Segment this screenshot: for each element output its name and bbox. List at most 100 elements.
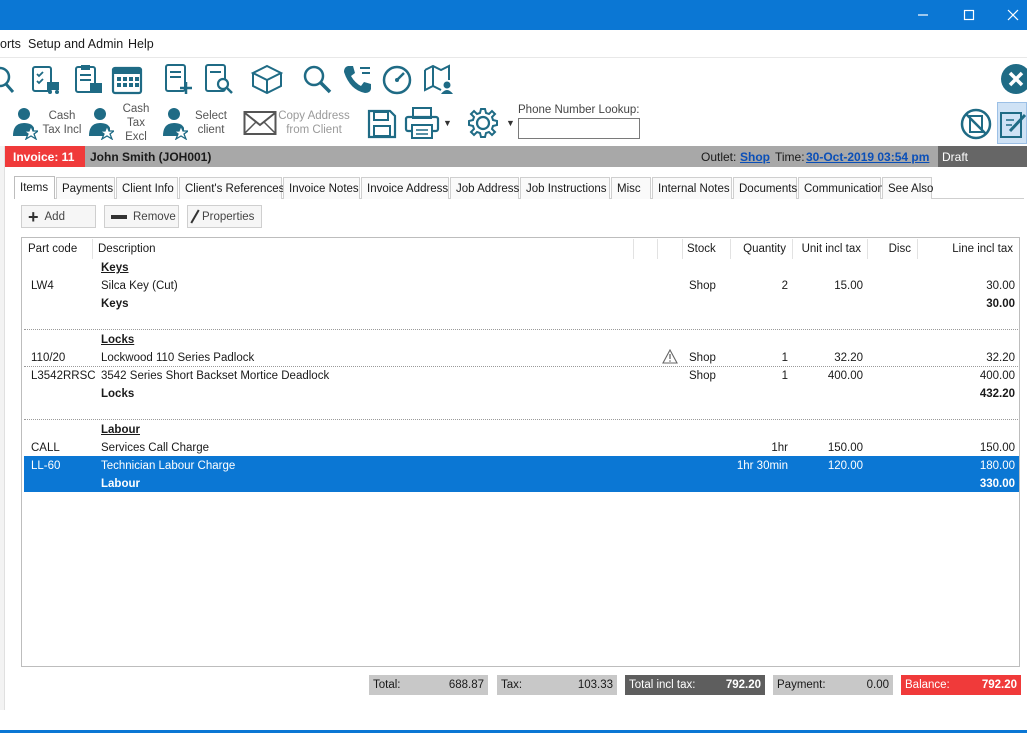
menu-help[interactable]: Help [128, 37, 154, 51]
menu-setup-and-admin[interactable]: Setup and Admin [28, 37, 123, 51]
person-star-icon[interactable] [12, 106, 40, 141]
invoice-toolbar: Cash Tax Incl Cash Tax Excl Select clien… [0, 100, 1027, 146]
client-name: John Smith (JOH001) [90, 150, 212, 164]
copy-address-button[interactable]: Copy Address from Client [278, 109, 350, 137]
outlet-link[interactable]: Shop [740, 150, 770, 164]
remove-button[interactable]: Remove [104, 205, 179, 228]
tab-communication[interactable]: Communication [798, 177, 884, 199]
cash-tax-incl-line2: Tax Incl [42, 124, 82, 136]
gear-icon[interactable] [466, 106, 500, 140]
person-star-icon[interactable] [88, 106, 116, 141]
row-line-total[interactable]: 30.00 [917, 280, 1015, 292]
warning-icon[interactable] [662, 348, 678, 364]
phone-lookup-input[interactable] [518, 118, 640, 139]
row-quantity[interactable]: 1hr [712, 442, 788, 454]
row-description[interactable]: Technician Labour Charge [101, 460, 235, 472]
delivery-checklist-icon[interactable] [29, 62, 63, 96]
header-description[interactable]: Description [98, 243, 156, 255]
row-line-total[interactable]: 400.00 [917, 370, 1015, 382]
tab-clients-references[interactable]: Client's References [179, 177, 284, 199]
row-line-total[interactable]: 180.00 [917, 460, 1015, 472]
row-quantity[interactable]: 1 [730, 370, 788, 382]
tab-items[interactable]: Items [14, 176, 55, 199]
row-unit-price[interactable]: 150.00 [792, 442, 863, 454]
row-description[interactable]: 3542 Series Short Backset Mortice Deadlo… [101, 370, 329, 382]
tab-see-also[interactable]: See Also [882, 177, 933, 199]
close-circle-icon[interactable] [999, 62, 1027, 96]
shop-clipboard-icon[interactable] [71, 62, 105, 96]
status-badge: Draft [938, 146, 1027, 167]
tab-payments[interactable]: Payments [56, 177, 115, 199]
calendar-icon[interactable] [110, 62, 144, 96]
row-quantity[interactable]: 1hr 30min [712, 460, 788, 472]
tab-client-info[interactable]: Client Info [116, 177, 178, 199]
cash-tax-excl-button[interactable]: Cash Tax Excl [116, 102, 156, 144]
row-stock[interactable]: Shop [689, 352, 716, 364]
header-disc[interactable]: Disc [867, 243, 911, 255]
map-person-icon[interactable] [422, 62, 456, 96]
time-link[interactable]: 30-Oct-2019 03:54 pm [806, 150, 929, 164]
phone-icon[interactable] [340, 62, 374, 96]
tab-misc[interactable]: Misc [611, 177, 651, 199]
properties-button[interactable]: Properties [187, 205, 262, 228]
tax-label: Tax: [501, 679, 523, 691]
header-line-incl-tax[interactable]: Line incl tax [917, 243, 1013, 255]
row-line-total[interactable]: 150.00 [917, 442, 1015, 454]
row-quantity[interactable]: 1 [730, 352, 788, 364]
row-unit-price[interactable]: 32.20 [792, 352, 863, 364]
search-person-icon[interactable] [0, 62, 20, 96]
print-icon[interactable] [404, 106, 440, 140]
select-client-line2: client [197, 124, 225, 136]
row-unit-price[interactable]: 120.00 [792, 460, 863, 472]
tab-internal-notes[interactable]: Internal Notes [652, 177, 732, 199]
tab-job-instructions[interactable]: Job Instructions [520, 177, 610, 199]
row-unit-price[interactable]: 15.00 [792, 280, 863, 292]
add-button[interactable]: + Add [21, 205, 96, 228]
close-icon [1007, 9, 1019, 21]
header-unit-incl-tax[interactable]: Unit incl tax [792, 243, 861, 255]
cash-tax-incl-button[interactable]: Cash Tax Incl [40, 109, 84, 137]
row-description[interactable]: Lockwood 110 Series Padlock [101, 352, 254, 364]
close-window-button[interactable] [990, 0, 1027, 30]
minimize-button[interactable] [900, 0, 946, 30]
row-line-total[interactable]: 32.20 [917, 352, 1015, 364]
row-part-code[interactable]: LL-60 [31, 460, 60, 472]
header-part-code[interactable]: Part code [28, 243, 77, 255]
envelope-icon[interactable] [243, 110, 277, 136]
row-stock[interactable]: Shop [689, 370, 716, 382]
edit-mode-button[interactable] [997, 102, 1027, 144]
magnifier-icon[interactable] [300, 62, 334, 96]
row-part-code[interactable]: CALL [31, 442, 60, 454]
maximize-button[interactable] [946, 0, 992, 30]
settings-dropdown-icon[interactable]: ▼ [506, 118, 515, 128]
save-icon[interactable] [366, 108, 398, 140]
row-quantity[interactable]: 2 [730, 280, 788, 292]
row-description[interactable]: Services Call Charge [101, 442, 209, 454]
row-stock[interactable]: Shop [689, 280, 716, 292]
menu-reports[interactable]: orts [0, 37, 21, 51]
tab-job-address[interactable]: Job Address [450, 177, 519, 199]
box-icon[interactable] [250, 62, 284, 96]
select-client-button[interactable]: Select client [190, 109, 232, 137]
no-edit-icon[interactable] [958, 106, 994, 142]
group-divider [24, 419, 1018, 420]
add-document-icon[interactable] [161, 62, 195, 96]
row-unit-price[interactable]: 400.00 [792, 370, 863, 382]
tab-documents[interactable]: Documents [733, 177, 797, 199]
search-document-icon[interactable] [202, 62, 236, 96]
total-incl-tax-box: Total incl tax: 792.20 [625, 675, 765, 695]
person-star-icon[interactable] [162, 106, 190, 141]
tab-invoice-address[interactable]: Invoice Address [361, 177, 449, 199]
print-dropdown-icon[interactable]: ▼ [443, 118, 452, 128]
invoice-number: Invoice: 11 [5, 146, 85, 167]
row-part-code[interactable]: L3542RRSC [31, 370, 96, 382]
items-grid[interactable]: Part code Description Stock Quantity Uni… [21, 237, 1020, 667]
row-description[interactable]: Silca Key (Cut) [101, 280, 178, 292]
row-part-code[interactable]: LW4 [31, 280, 54, 292]
row-part-code[interactable]: 110/20 [31, 352, 65, 364]
header-stock[interactable]: Stock [687, 243, 716, 255]
header-separator [92, 239, 93, 259]
gauge-icon[interactable] [380, 62, 414, 96]
header-quantity[interactable]: Quantity [730, 243, 786, 255]
tab-invoice-notes[interactable]: Invoice Notes [283, 177, 360, 199]
